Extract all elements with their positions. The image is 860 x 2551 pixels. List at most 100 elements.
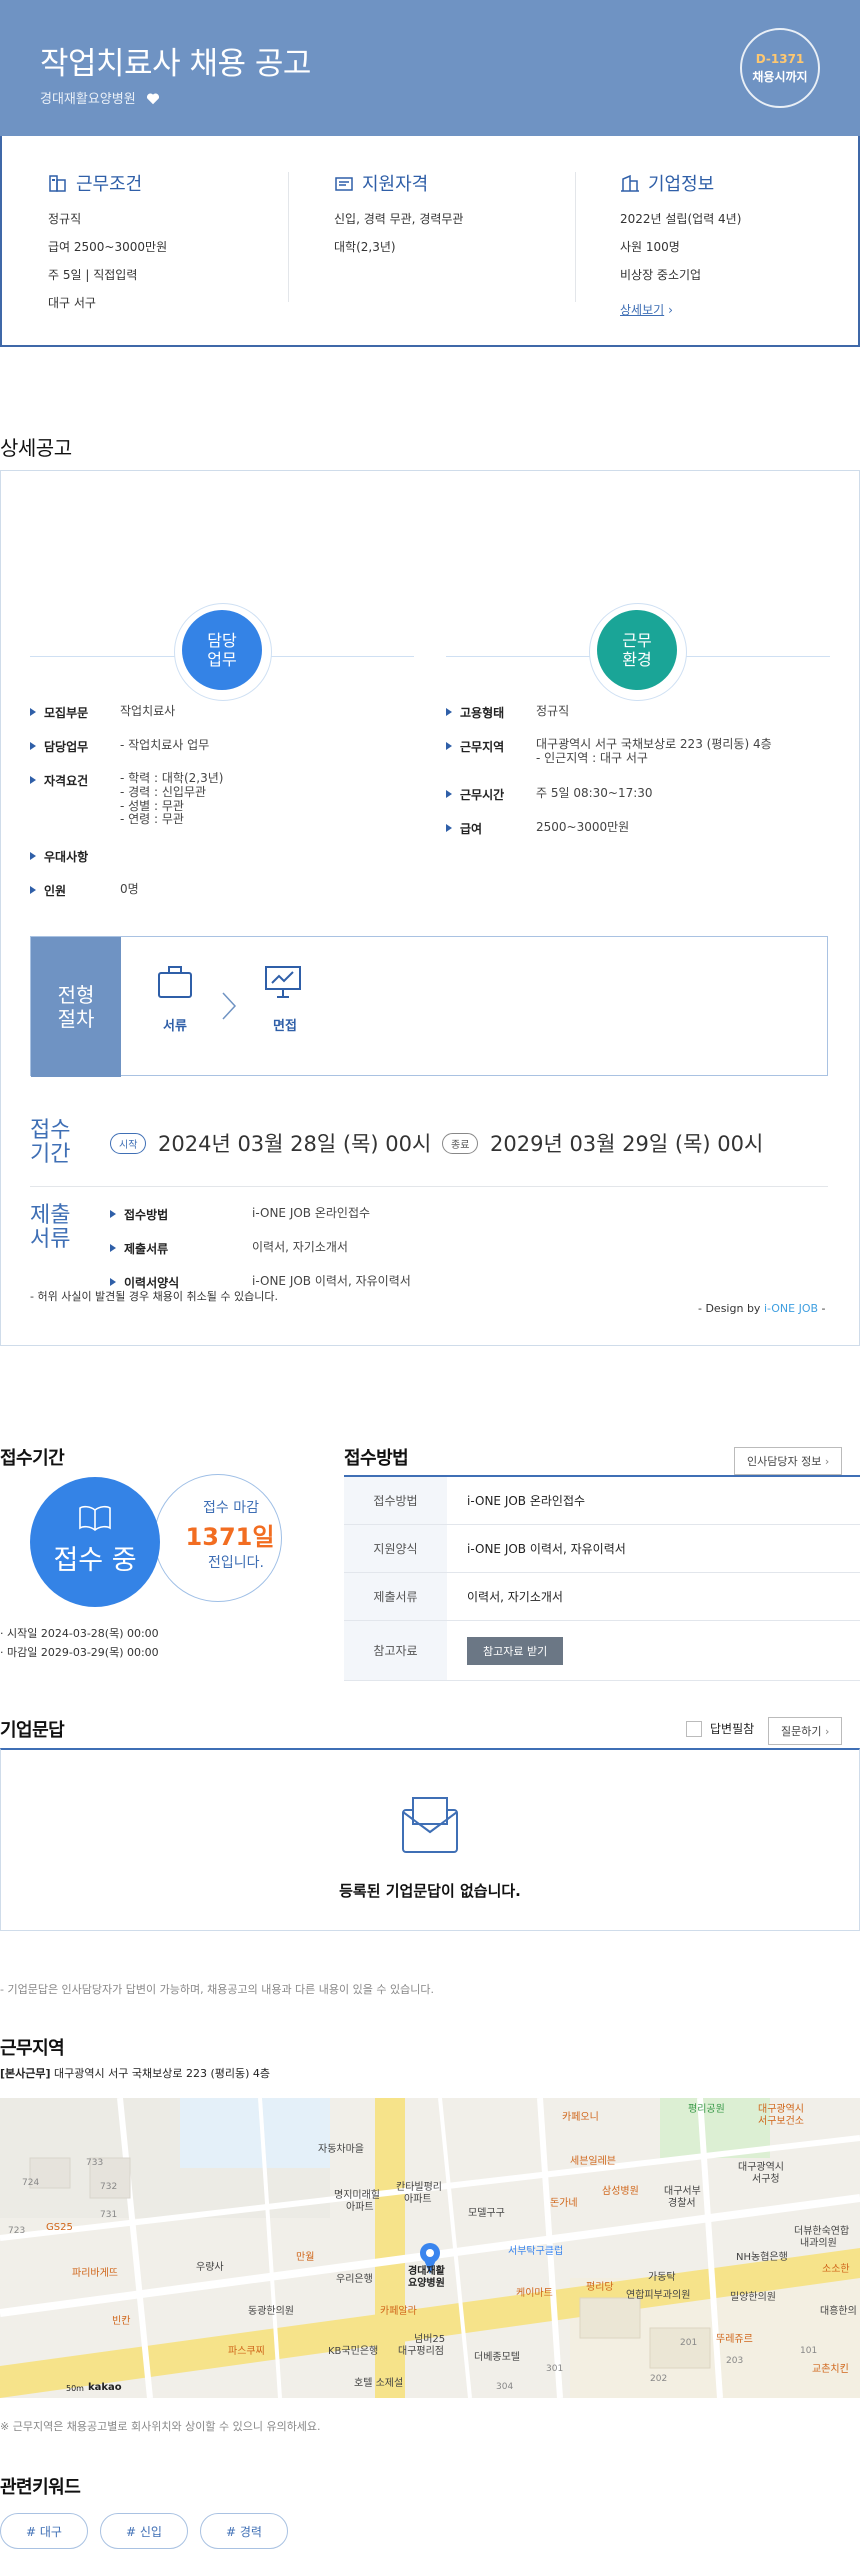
dday-label: D-1371 bbox=[755, 52, 805, 66]
step-interview: 면접 bbox=[273, 1019, 297, 1034]
map-label: 케이마트 bbox=[516, 2288, 553, 2299]
status-circle: 접수 중 bbox=[30, 1477, 160, 1607]
table-cell: 이력서, 자기소개서 bbox=[467, 1590, 563, 1604]
map-label: 대구평리점 bbox=[398, 2346, 444, 2357]
presentation-icon bbox=[265, 966, 301, 998]
map-label: GS25 bbox=[46, 2222, 73, 2233]
map-label: 202 bbox=[650, 2374, 668, 2384]
map-label: 소소한 bbox=[822, 2264, 850, 2275]
credit-prefix: - Design by bbox=[698, 1302, 764, 1315]
row-key: 근무지역 bbox=[446, 738, 536, 766]
keyword-tag[interactable]: # 대구 bbox=[0, 2513, 88, 2549]
map-label: 동광한의원 bbox=[248, 2306, 294, 2317]
dday-badge: D-1371 채용시까지 bbox=[740, 28, 820, 108]
table-header: 참고자료 bbox=[344, 1621, 447, 1680]
company-info-title: 기업정보 bbox=[648, 174, 715, 195]
map-label: 더베종모텔 bbox=[474, 2352, 520, 2363]
answered-checkbox[interactable] bbox=[686, 1720, 702, 1737]
hr-contact-button[interactable]: 인사담당자 정보 › bbox=[734, 1447, 843, 1475]
map-label: 아파트 bbox=[404, 2194, 432, 2205]
status-text: 접수 중 bbox=[53, 1545, 137, 1576]
company-name[interactable]: 경대재활요양병원 bbox=[40, 88, 160, 107]
row-key: 담당업무 bbox=[30, 738, 120, 755]
location-map[interactable]: 자동차마을 명지미래힐 아파트 칸타빌평리 아파트 모델구구 삼성병원 대구서부… bbox=[0, 2098, 860, 2398]
map-label: 경찰서 bbox=[668, 2198, 696, 2209]
qual-row: 대학(2,3년) bbox=[334, 240, 396, 254]
location-tag: [본사근무] bbox=[0, 2067, 51, 2080]
row-key: 인원 bbox=[30, 882, 120, 899]
row-value: - 작업치료사 업무 bbox=[120, 738, 210, 752]
receipt-start-date: 2024년 03월 28일 (목) 00시 bbox=[158, 1132, 432, 1156]
map-label: NH농협은행 bbox=[736, 2252, 788, 2263]
period-start-text: 시작일 2024-03-28(목) 00:00 bbox=[7, 1627, 159, 1640]
map-label: 732 bbox=[100, 2182, 118, 2192]
heart-icon[interactable] bbox=[146, 92, 160, 105]
map-label: 101 bbox=[800, 2346, 818, 2356]
table-cell: i-ONE JOB 온라인접수 bbox=[467, 1494, 586, 1508]
receipt-end-date: 2029년 03월 29일 (목) 00시 bbox=[490, 1132, 764, 1156]
map-label: 731 bbox=[100, 2210, 118, 2220]
row-value: 작업치료사 bbox=[120, 704, 176, 718]
answered-label[interactable]: 답변필참 bbox=[710, 1720, 754, 1737]
map-label: 아파트 bbox=[346, 2202, 374, 2213]
process-title: 전형 절차 bbox=[31, 937, 121, 1077]
map-label: 뚜레쥬르 bbox=[716, 2334, 753, 2345]
map-label: 내과의원 bbox=[800, 2238, 837, 2249]
environment-circle: 근무 환경 bbox=[597, 610, 677, 690]
map-label: 세븐일레븐 bbox=[570, 2156, 616, 2167]
keyword-tag[interactable]: # 신입 bbox=[100, 2513, 188, 2549]
download-reference-button[interactable]: 참고자료 받기 bbox=[467, 1636, 564, 1665]
answered-filter[interactable]: 답변필참 bbox=[686, 1720, 754, 1737]
ask-question-label: 질문하기 bbox=[781, 1725, 822, 1738]
map-label: 723 bbox=[8, 2226, 26, 2236]
detail-title: 상세공고 bbox=[0, 436, 72, 460]
briefcase-icon bbox=[158, 966, 192, 998]
work-row: 급여 2500~3000만원 bbox=[48, 240, 168, 254]
qa-note: - 기업문답은 인사담당자가 답변이 가능하며, 채용공고의 내용과 다른 내용… bbox=[0, 1983, 434, 1996]
summary-box: 근무조건 정규직 급여 2500~3000만원 주 5일 | 직접입력 대구 서… bbox=[0, 136, 860, 347]
company-detail-link[interactable]: 상세보기 bbox=[620, 303, 664, 317]
table-header: 접수방법 bbox=[344, 1477, 447, 1524]
map-label: KB국민은행 bbox=[328, 2346, 379, 2357]
duty-circle: 담당 업무 bbox=[182, 610, 262, 690]
ask-question-button[interactable]: 질문하기 › bbox=[768, 1717, 843, 1745]
qa-box: 등록된 기업문답이 없습니다. bbox=[0, 1748, 860, 1931]
chevron-right-icon bbox=[222, 992, 237, 1020]
map-label: 모델구구 bbox=[468, 2208, 505, 2219]
row-key: 접수방법 bbox=[110, 1206, 252, 1223]
detail-row: 모집부문 작업치료사 bbox=[30, 704, 175, 721]
company-name-text[interactable]: 경대재활요양병원 bbox=[40, 92, 136, 107]
row-value: 2500~3000만원 bbox=[536, 820, 630, 834]
qualifications-title: 지원자격 bbox=[362, 174, 429, 195]
chevron-right-icon: › bbox=[824, 1455, 830, 1468]
contact-button-wrap: 인사담당자 정보 › bbox=[734, 1447, 843, 1475]
row-key: 자격요건 bbox=[30, 772, 120, 827]
period-end: · 마감일 2029-03-29(목) 00:00 bbox=[0, 1646, 159, 1659]
method-table: 접수방법 i-ONE JOB 온라인접수 지원양식 i-ONE JOB 이력서, 자… bbox=[344, 1475, 860, 1681]
map-label: 201 bbox=[680, 2338, 698, 2348]
location-address: [본사근무] 대구광역시 서구 국채보상로 223 (평리동) 4층 bbox=[0, 2065, 270, 2081]
work-row: 대구 서구 bbox=[48, 296, 96, 310]
detail-row: 우대사항 bbox=[30, 848, 120, 865]
detail-row: 인원 0명 bbox=[30, 882, 139, 899]
map-logo: kakao bbox=[88, 2382, 122, 2393]
divider bbox=[30, 1186, 828, 1187]
map-label: 파스쿠찌 bbox=[228, 2346, 265, 2357]
id-card-icon bbox=[335, 177, 353, 191]
table-header: 제출서류 bbox=[344, 1573, 447, 1620]
dday-status: 채용시까지 bbox=[752, 70, 808, 84]
period-start: · 시작일 2024-03-28(목) 00:00 bbox=[0, 1627, 159, 1640]
map-label: 301 bbox=[546, 2364, 564, 2374]
keyword-tag[interactable]: # 경력 bbox=[200, 2513, 288, 2549]
map-label: 304 bbox=[496, 2382, 514, 2392]
work-conditions: 근무조건 정규직 급여 2500~3000만원 주 5일 | 직접입력 대구 서… bbox=[48, 170, 308, 322]
row-key: 고용형태 bbox=[446, 704, 536, 721]
map-label: 파리바게뜨 bbox=[72, 2268, 118, 2279]
map-label: 요양병원 bbox=[408, 2278, 445, 2289]
table-row: 지원양식 i-ONE JOB 이력서, 자유이력서 bbox=[344, 1525, 860, 1573]
divider bbox=[575, 172, 576, 302]
map-label: 평리공원 bbox=[688, 2104, 725, 2115]
receipt-title: 접수 기간 bbox=[30, 1118, 71, 1168]
company-row: 2022년 설립(업력 4년) bbox=[620, 212, 742, 226]
period-title: 접수기간 bbox=[0, 1448, 65, 1469]
